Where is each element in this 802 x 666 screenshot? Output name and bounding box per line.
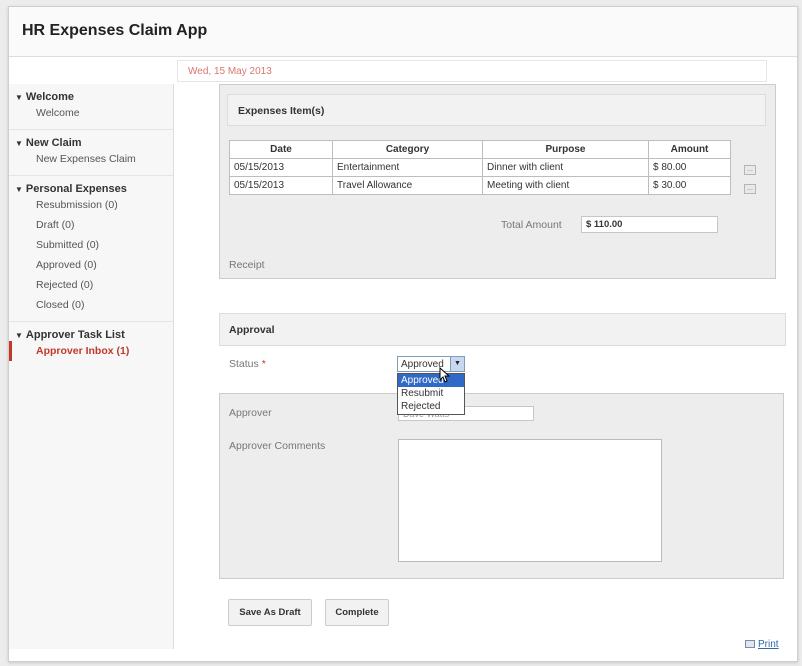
cell-date: 05/15/2013	[229, 158, 333, 177]
main-content: Expenses Item(s) Date Category Purpose A…	[179, 84, 794, 659]
save-as-draft-button[interactable]: Save As Draft	[228, 599, 312, 626]
sidebar-group-personal-expenses: ▼ Personal Expenses Resubmission (0) Draf…	[9, 176, 173, 322]
cell-amount: $ 80.00	[648, 158, 731, 177]
status-select[interactable]: Approved ▼	[397, 356, 465, 372]
sidebar-item-draft[interactable]: Draft (0)	[9, 215, 173, 235]
cell-amount: $ 30.00	[648, 176, 731, 195]
sidebar-item-approved[interactable]: Approved (0)	[9, 255, 173, 275]
column-header-date[interactable]: Date	[229, 140, 333, 159]
approver-comments-textarea[interactable]	[398, 439, 662, 562]
column-header-amount[interactable]: Amount	[648, 140, 731, 159]
column-header-category[interactable]: Category	[332, 140, 483, 159]
approver-label: Approver	[229, 407, 272, 419]
status-option-resubmit[interactable]: Resubmit	[398, 387, 464, 400]
sidebar-item-approver-inbox[interactable]: Approver Inbox (1)	[9, 341, 173, 361]
table-row[interactable]: 05/15/2013 Entertainment Dinner with cli…	[229, 158, 731, 177]
print-link-label: Print	[758, 639, 779, 650]
cell-purpose: Meeting with client	[482, 176, 649, 195]
approval-section-title: Approval	[229, 324, 275, 336]
dropdown-arrow-icon[interactable]: ▼	[450, 357, 464, 371]
status-option-approved[interactable]: Approved	[398, 374, 464, 387]
date-bar: Wed, 15 May 2013	[177, 60, 767, 82]
status-selected-value: Approved	[401, 359, 444, 370]
sidebar-item-resubmission[interactable]: Resubmission (0)	[9, 195, 173, 215]
total-amount-label: Total Amount	[501, 219, 562, 231]
status-label: Status *	[229, 358, 266, 370]
expenses-table: Date Category Purpose Amount 05/15/2013 …	[229, 140, 731, 195]
row-details-button[interactable]: ...	[744, 184, 756, 194]
cell-date: 05/15/2013	[229, 176, 333, 195]
status-label-text: Status	[229, 358, 259, 370]
sidebar-group-header[interactable]: ▼ Approver Task List	[9, 329, 173, 341]
sidebar-group-welcome: ▼ Welcome Welcome	[9, 84, 173, 130]
sidebar-group-approver-task-list: ▼ Approver Task List Approver Inbox (1)	[9, 322, 173, 367]
app-title: HR Expenses Claim App	[22, 22, 208, 39]
sidebar-group-label: Welcome	[25, 91, 75, 103]
sidebar-group-label: New Claim	[25, 137, 82, 149]
required-marker: *	[261, 358, 266, 370]
sidebar-group-label: Personal Expenses	[25, 183, 127, 195]
app-window: HR Expenses Claim App Wed, 15 May 2013 ▼…	[8, 6, 798, 662]
sidebar-group-label: Approver Task List	[25, 329, 125, 341]
status-option-rejected[interactable]: Rejected	[398, 400, 464, 413]
sidebar: ▼ Welcome Welcome ▼ New Claim New Expenses…	[9, 84, 174, 649]
receipt-label: Receipt	[229, 259, 265, 271]
sidebar-item-closed[interactable]: Closed (0)	[9, 295, 173, 315]
cell-category: Travel Allowance	[332, 176, 483, 195]
expenses-section-header: Expenses Item(s)	[227, 94, 766, 126]
sidebar-item-new-expenses-claim[interactable]: New Expenses Claim	[9, 149, 173, 169]
sidebar-group-header[interactable]: ▼ Welcome	[9, 91, 173, 103]
triangle-down-icon: ▼	[15, 139, 23, 148]
triangle-down-icon: ▼	[15, 93, 23, 102]
approval-section-header: Approval	[219, 313, 786, 346]
printer-icon	[745, 640, 755, 648]
table-header-row: Date Category Purpose Amount	[229, 140, 731, 159]
expenses-section-title: Expenses Item(s)	[238, 105, 325, 117]
print-link[interactable]: Print	[745, 639, 779, 650]
status-dropdown-list: Approved Resubmit Rejected	[397, 373, 465, 415]
current-date: Wed, 15 May 2013	[188, 66, 272, 77]
sidebar-group-new-claim: ▼ New Claim New Expenses Claim	[9, 130, 173, 176]
sidebar-item-rejected[interactable]: Rejected (0)	[9, 275, 173, 295]
complete-button[interactable]: Complete	[325, 599, 389, 626]
sidebar-group-header[interactable]: ▼ New Claim	[9, 137, 173, 149]
triangle-down-icon: ▼	[15, 331, 23, 340]
column-header-purpose[interactable]: Purpose	[482, 140, 649, 159]
table-row[interactable]: 05/15/2013 Travel Allowance Meeting with…	[229, 176, 731, 195]
row-details-button[interactable]: ...	[744, 165, 756, 175]
sidebar-item-submitted[interactable]: Submitted (0)	[9, 235, 173, 255]
cell-category: Entertainment	[332, 158, 483, 177]
approver-comments-label: Approver Comments	[229, 440, 326, 452]
total-amount-field: $ 110.00	[581, 216, 718, 233]
app-header: HR Expenses Claim App	[9, 7, 797, 57]
sidebar-group-header[interactable]: ▼ Personal Expenses	[9, 183, 173, 195]
mouse-cursor-icon	[439, 367, 451, 383]
triangle-down-icon: ▼	[15, 185, 23, 194]
cell-purpose: Dinner with client	[482, 158, 649, 177]
sidebar-item-welcome[interactable]: Welcome	[9, 103, 173, 123]
